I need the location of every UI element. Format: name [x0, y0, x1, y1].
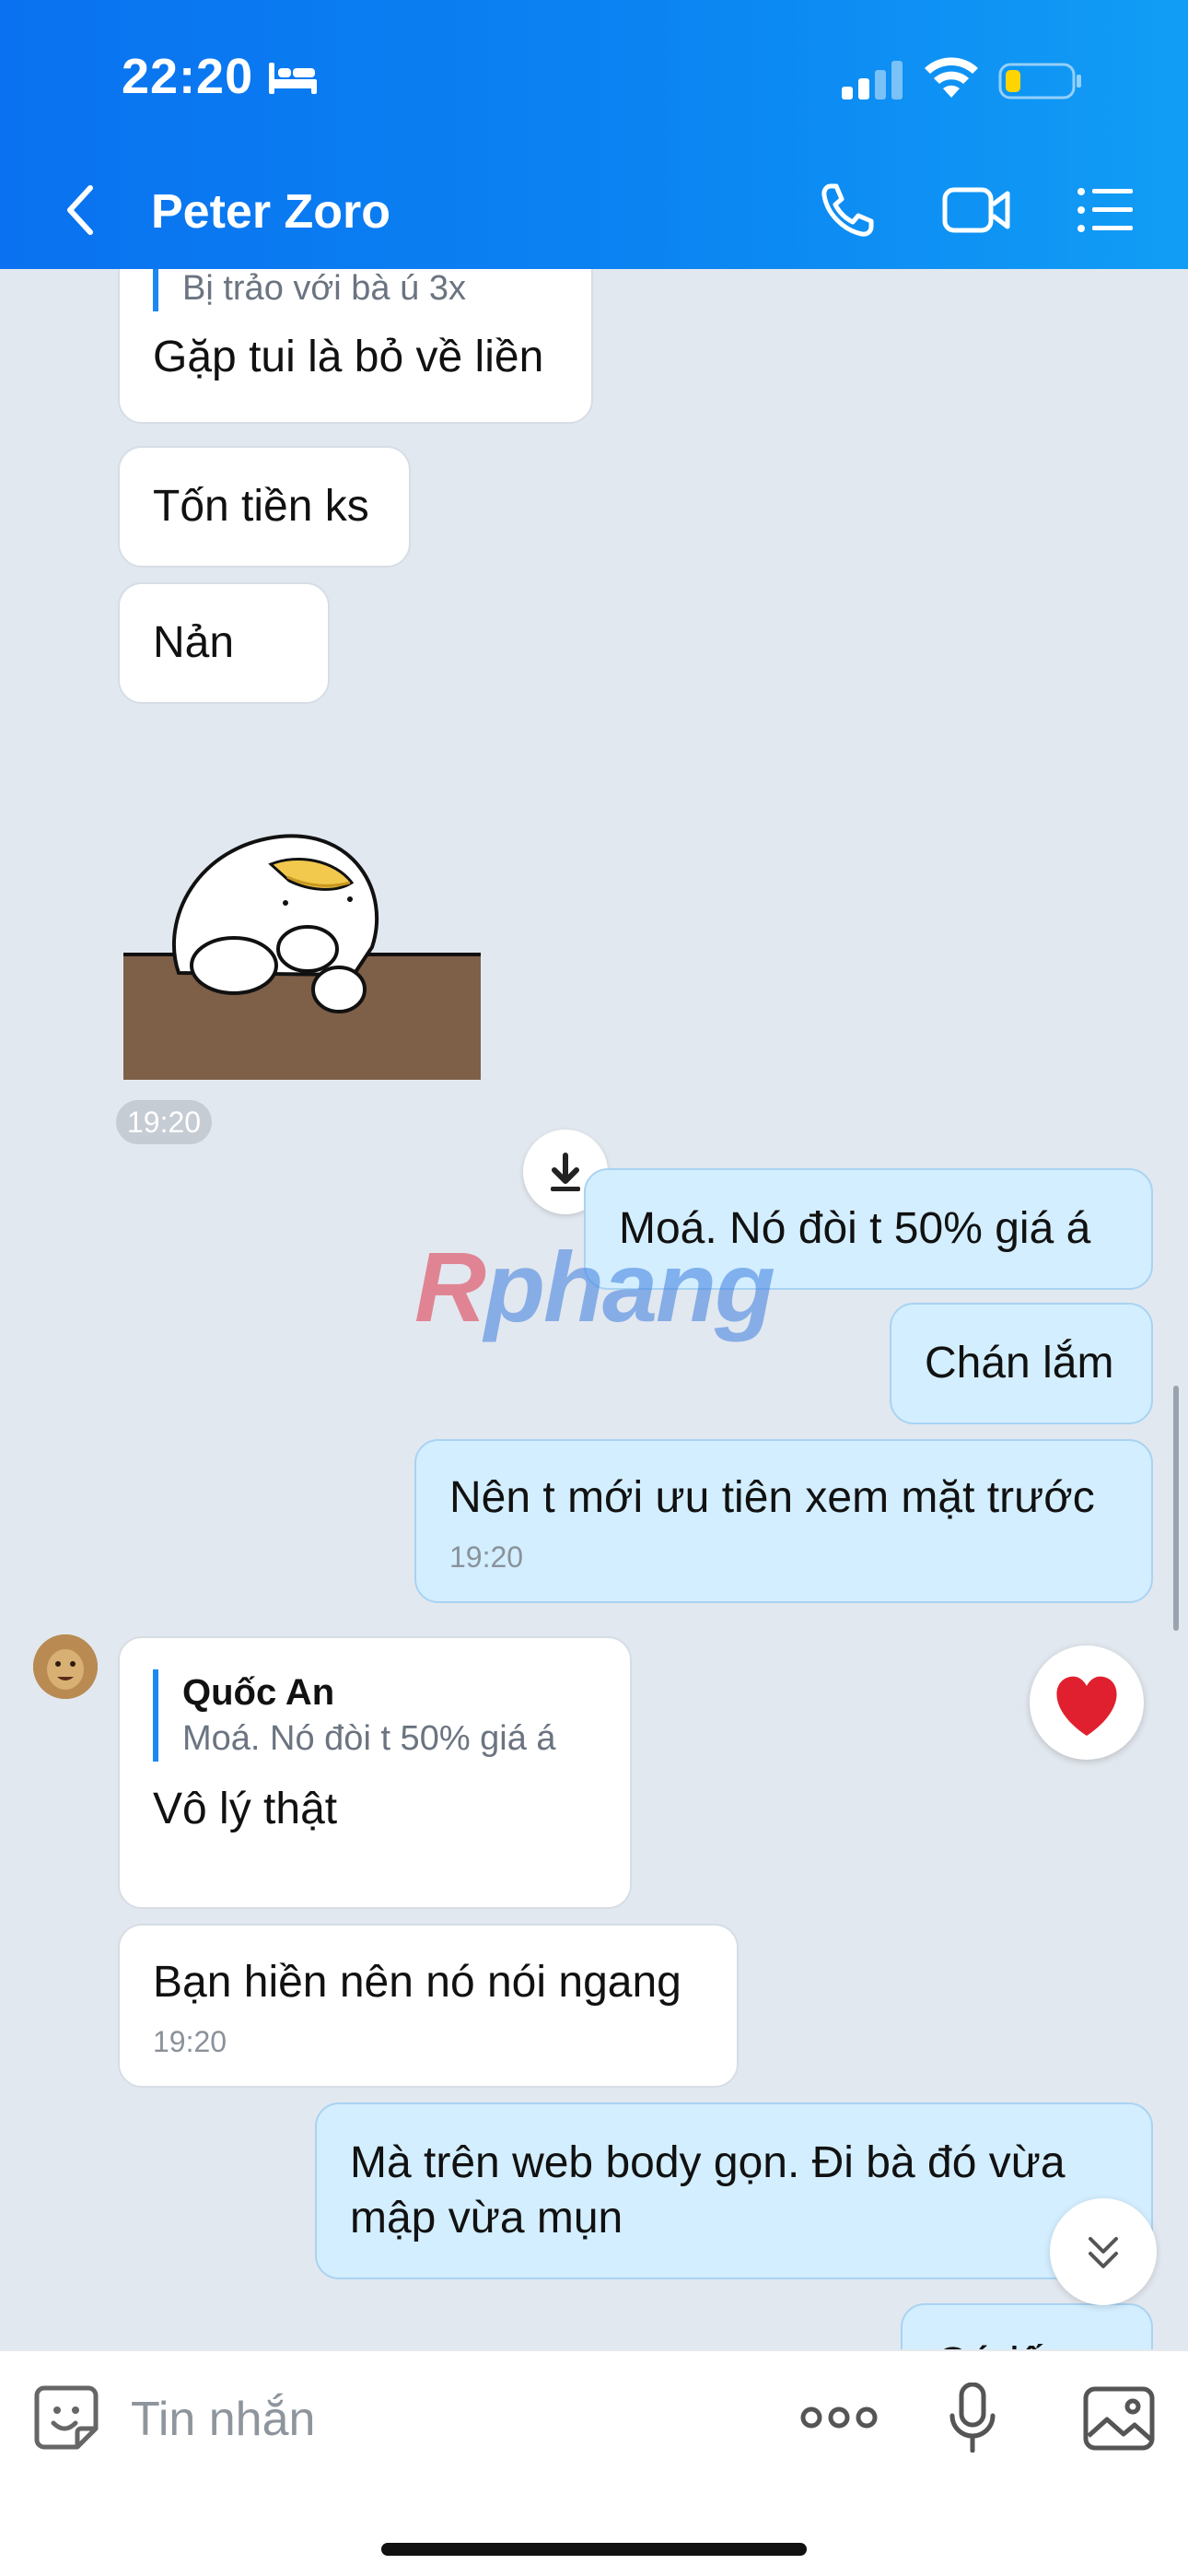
menu-button[interactable] — [1076, 181, 1135, 240]
phone-call-button[interactable] — [818, 181, 882, 240]
message-timestamp: 19:20 — [116, 1100, 213, 1144]
message-timestamp: 19:20 — [449, 1540, 524, 1574]
message-bubble-outgoing[interactable]: Mà trên web body gọn. Đi bà đó vừa mập v… — [315, 2102, 1153, 2279]
message-text: Nản — [153, 618, 235, 667]
avatar-image — [33, 1634, 98, 1699]
message-bubble-outgoing[interactable]: Chán lắm — [890, 1303, 1153, 1424]
message-timestamp: 19:20 — [153, 2025, 227, 2058]
scrollbar[interactable] — [1173, 1386, 1179, 1631]
sad-bird-on-table-sticker[interactable] — [123, 809, 481, 1080]
double-chevron-down-icon — [1089, 2237, 1118, 2268]
message-input[interactable]: Tin nhắn — [131, 2392, 315, 2447]
scroll-to-bottom-button[interactable] — [1050, 2198, 1157, 2305]
back-button[interactable] — [63, 182, 99, 238]
message-text: Mà trên web body gọn. Đi bà đó vừa mập v… — [350, 2138, 1066, 2242]
message-bubble-outgoing[interactable]: Cứ lố — [901, 2303, 1153, 2349]
video-call-button[interactable] — [941, 181, 1011, 240]
reply-quote: Bị trảo với bà ú 3x — [153, 269, 558, 311]
image-icon[interactable] — [1083, 2386, 1155, 2451]
message-bubble-incoming[interactable]: Tốn tiền ks — [118, 446, 411, 568]
message-text: Tốn tiền ks — [153, 482, 369, 531]
message-text: Vô lý thật — [153, 1785, 338, 1833]
message-text: Gặp tui là bỏ về liền — [153, 333, 544, 381]
message-bubble-outgoing[interactable]: Nên t mới ưu tiên xem mặt trước 19:20 — [414, 1439, 1153, 1603]
message-bubble-incoming[interactable]: Bạn hiền nên nó nói ngang 19:20 — [118, 1924, 739, 2088]
contact-name[interactable]: Peter Zoro — [151, 184, 390, 240]
message-text: Cứ lố — [936, 2336, 1118, 2349]
status-time: 22:20 — [122, 49, 254, 104]
microphone-icon[interactable] — [949, 2383, 996, 2453]
avatar[interactable] — [33, 1634, 98, 1699]
cellular-signal-icon — [842, 61, 903, 100]
chat-header: 22:20 Peter Zoro — [0, 0, 1188, 269]
heart-icon — [1056, 1676, 1117, 1736]
reaction-button[interactable] — [1030, 1645, 1144, 1760]
message-text: Bạn hiền nên nó nói ngang — [153, 1958, 681, 2007]
message-bubble-incoming[interactable]: Bị trảo với bà ú 3x Gặp tui là bỏ về liề… — [118, 269, 593, 424]
bed-icon — [269, 63, 317, 94]
message-input-bar: Tin nhắn — [0, 2349, 1188, 2576]
wifi-icon — [925, 57, 978, 98]
watermark-logo: Rphang — [414, 1231, 775, 1342]
message-bubble-incoming[interactable]: Nản — [118, 582, 330, 704]
battery-low-icon — [998, 63, 1081, 100]
reply-quote-text: Moá. Nó đòi t 50% giá á — [182, 1719, 556, 1758]
message-list[interactable]: Bị trảo với bà ú 3x Gặp tui là bỏ về liề… — [0, 269, 1188, 2349]
message-text: Chán lắm — [925, 1339, 1114, 1388]
more-dots-icon[interactable] — [799, 2395, 879, 2440]
reply-quote-author: Quốc An — [182, 1672, 335, 1713]
message-bubble-incoming[interactable]: Quốc An Moá. Nó đòi t 50% giá á Vô lý th… — [118, 1636, 632, 1909]
reply-quote-text: Bị trảo với bà ú 3x — [182, 269, 466, 308]
home-indicator — [381, 2543, 807, 2556]
sticker-smile-icon[interactable] — [33, 2384, 99, 2451]
message-text: Nên t mới ưu tiên xem mặt trước — [449, 1473, 1095, 1522]
reply-quote[interactable]: Quốc An Moá. Nó đòi t 50% giá á — [153, 1669, 597, 1762]
